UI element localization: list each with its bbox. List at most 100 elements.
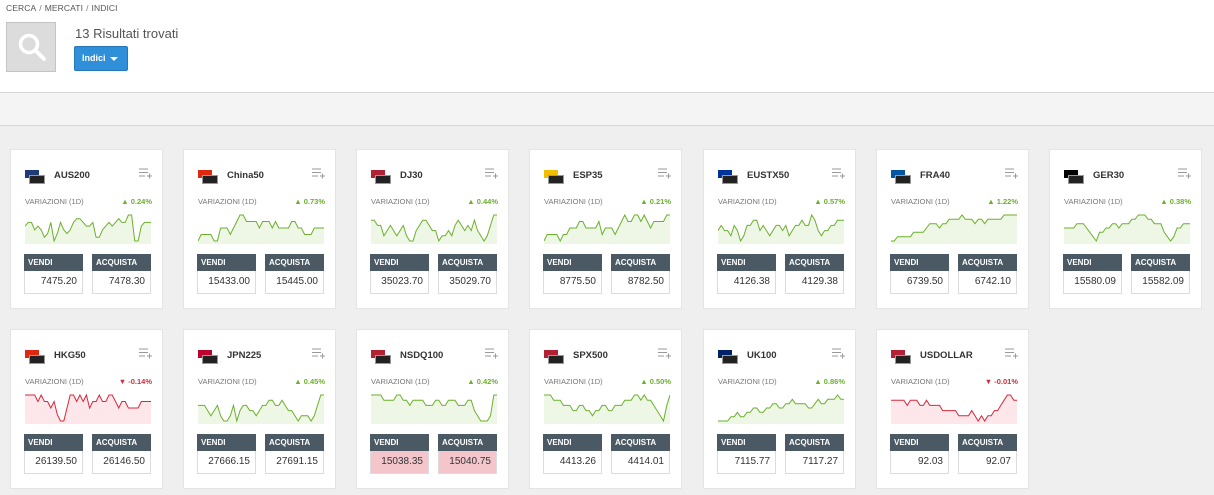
- buy-label[interactable]: ACQUISTA: [438, 254, 497, 271]
- instrument-card[interactable]: GER30 VARIAZIONI (1D) ▲ 0.38% VENDI 15580.09…: [1049, 149, 1202, 309]
- buy-price[interactable]: 27691.15: [265, 451, 324, 474]
- sell-price[interactable]: 92.03: [890, 451, 949, 474]
- instrument-card[interactable]: DJ30 VARIAZIONI (1D) ▲ 0.44% VENDI 35023.70 A…: [356, 149, 509, 309]
- instrument-name[interactable]: UK100: [747, 350, 777, 361]
- buy-price[interactable]: 4129.38: [785, 271, 844, 294]
- sell-label[interactable]: VENDI: [370, 434, 429, 451]
- search-icon-box[interactable]: [6, 22, 56, 72]
- buy-price[interactable]: 8782.50: [611, 271, 670, 294]
- instrument-name[interactable]: EUSTX50: [747, 170, 789, 181]
- instrument-card[interactable]: FRA40 VARIAZIONI (1D) ▲ 1.22% VENDI 6739.50 A…: [876, 149, 1029, 309]
- add-to-list-icon[interactable]: [832, 347, 846, 359]
- sell-label[interactable]: VENDI: [543, 434, 602, 451]
- buy-price[interactable]: 7478.30: [92, 271, 151, 294]
- breadcrumb-search[interactable]: CERCA: [6, 3, 36, 13]
- sell-label[interactable]: VENDI: [197, 254, 256, 271]
- instrument-name[interactable]: GER30: [1093, 170, 1124, 181]
- instrument-name[interactable]: FRA40: [920, 170, 950, 181]
- buy-price[interactable]: 15040.75: [438, 451, 497, 474]
- sell-price[interactable]: 15433.00: [197, 271, 256, 294]
- sell-price[interactable]: 7475.20: [24, 271, 83, 294]
- sell-price[interactable]: 15038.35: [370, 451, 429, 474]
- instrument-name[interactable]: China50: [227, 170, 264, 181]
- instrument-card[interactable]: China50 VARIAZIONI (1D) ▲ 0.73% VENDI 15433.…: [183, 149, 336, 309]
- instrument-card[interactable]: USDOLLAR VARIAZIONI (1D) ▼ -0.01% VENDI 92.0…: [876, 329, 1029, 489]
- instrument-card[interactable]: EUSTX50 VARIAZIONI (1D) ▲ 0.57% VENDI 4126.3…: [703, 149, 856, 309]
- buy-price[interactable]: 6742.10: [958, 271, 1017, 294]
- buy-label[interactable]: ACQUISTA: [785, 254, 844, 271]
- sell-label[interactable]: VENDI: [890, 434, 949, 451]
- add-to-list-icon[interactable]: [1178, 167, 1192, 179]
- sparkline-chart: [544, 213, 670, 244]
- add-to-list-icon[interactable]: [832, 167, 846, 179]
- instrument-name[interactable]: HKG50: [54, 350, 86, 361]
- sell-price[interactable]: 35023.70: [370, 271, 429, 294]
- buy-label[interactable]: ACQUISTA: [265, 254, 324, 271]
- instrument-name[interactable]: JPN225: [227, 350, 261, 361]
- variation-label: VARIAZIONI (1D): [544, 197, 603, 206]
- sell-label[interactable]: VENDI: [24, 434, 83, 451]
- add-to-list-icon[interactable]: [485, 167, 499, 179]
- add-to-list-icon[interactable]: [312, 167, 326, 179]
- add-to-list-icon[interactable]: [1005, 347, 1019, 359]
- add-to-list-icon[interactable]: [485, 347, 499, 359]
- buy-price[interactable]: 4414.01: [611, 451, 670, 474]
- sell-price[interactable]: 15580.09: [1063, 271, 1122, 294]
- instrument-name[interactable]: USDOLLAR: [920, 350, 973, 361]
- buy-label[interactable]: ACQUISTA: [958, 254, 1017, 271]
- instrument-card[interactable]: ESP35 VARIAZIONI (1D) ▲ 0.21% VENDI 8775.50 A…: [529, 149, 682, 309]
- sell-price[interactable]: 4413.26: [543, 451, 602, 474]
- instrument-card[interactable]: SPX500 VARIAZIONI (1D) ▲ 0.50% VENDI 4413.26…: [529, 329, 682, 489]
- sparkline-chart: [198, 214, 324, 244]
- buy-label[interactable]: ACQUISTA: [265, 434, 324, 451]
- buy-label[interactable]: ACQUISTA: [92, 254, 151, 271]
- instrument-card[interactable]: UK100 VARIAZIONI (1D) ▲ 0.86% VENDI 7115.77 A…: [703, 329, 856, 489]
- category-dropdown-button[interactable]: Indici: [74, 46, 128, 71]
- buy-label[interactable]: ACQUISTA: [92, 434, 151, 451]
- buy-label[interactable]: ACQUISTA: [438, 434, 497, 451]
- instrument-name[interactable]: DJ30: [400, 170, 423, 181]
- instrument-name[interactable]: SPX500: [573, 350, 608, 361]
- sell-label[interactable]: VENDI: [1063, 254, 1122, 271]
- add-to-list-icon[interactable]: [139, 347, 153, 359]
- instrument-card[interactable]: HKG50 VARIAZIONI (1D) ▼ -0.14% VENDI 26139.5…: [10, 329, 163, 489]
- add-to-list-icon[interactable]: [658, 167, 672, 179]
- buy-price[interactable]: 15445.00: [265, 271, 324, 294]
- instrument-name[interactable]: ESP35: [573, 170, 603, 181]
- instrument-card[interactable]: AUS200 VARIAZIONI (1D) ▲ 0.24% VENDI 7475.20…: [10, 149, 163, 309]
- add-to-list-icon[interactable]: [1005, 167, 1019, 179]
- sell-label[interactable]: VENDI: [717, 254, 776, 271]
- buy-label[interactable]: ACQUISTA: [611, 434, 670, 451]
- instrument-card[interactable]: NSDQ100 VARIAZIONI (1D) ▲ 0.42% VENDI 15038.…: [356, 329, 509, 489]
- add-to-list-icon[interactable]: [312, 347, 326, 359]
- breadcrumb-markets[interactable]: MERCATI: [45, 3, 83, 13]
- sell-price[interactable]: 26139.50: [24, 451, 83, 474]
- sell-price[interactable]: 4126.38: [717, 271, 776, 294]
- instrument-name[interactable]: NSDQ100: [400, 350, 443, 361]
- buy-price[interactable]: 92.07: [958, 451, 1017, 474]
- sell-label[interactable]: VENDI: [543, 254, 602, 271]
- sell-price[interactable]: 27666.15: [197, 451, 256, 474]
- sell-price[interactable]: 6739.50: [890, 271, 949, 294]
- add-to-list-icon[interactable]: [139, 167, 153, 179]
- buy-price[interactable]: 26146.50: [92, 451, 151, 474]
- sell-label[interactable]: VENDI: [717, 434, 776, 451]
- buy-label[interactable]: ACQUISTA: [785, 434, 844, 451]
- instrument-name[interactable]: AUS200: [54, 170, 90, 181]
- sell-label[interactable]: VENDI: [197, 434, 256, 451]
- add-to-list-icon[interactable]: [658, 347, 672, 359]
- flag-usa-icon: [371, 350, 391, 364]
- buy-label[interactable]: ACQUISTA: [1131, 254, 1190, 271]
- sell-label[interactable]: VENDI: [24, 254, 83, 271]
- toolbar-band: [0, 92, 1214, 126]
- sell-label[interactable]: VENDI: [370, 254, 429, 271]
- buy-price[interactable]: 7117.27: [785, 451, 844, 474]
- sell-label[interactable]: VENDI: [890, 254, 949, 271]
- instrument-card[interactable]: JPN225 VARIAZIONI (1D) ▲ 0.45% VENDI 27666.1…: [183, 329, 336, 489]
- buy-label[interactable]: ACQUISTA: [611, 254, 670, 271]
- sell-price[interactable]: 8775.50: [543, 271, 602, 294]
- buy-label[interactable]: ACQUISTA: [958, 434, 1017, 451]
- buy-price[interactable]: 35029.70: [438, 271, 497, 294]
- sell-price[interactable]: 7115.77: [717, 451, 776, 474]
- buy-price[interactable]: 15582.09: [1131, 271, 1190, 294]
